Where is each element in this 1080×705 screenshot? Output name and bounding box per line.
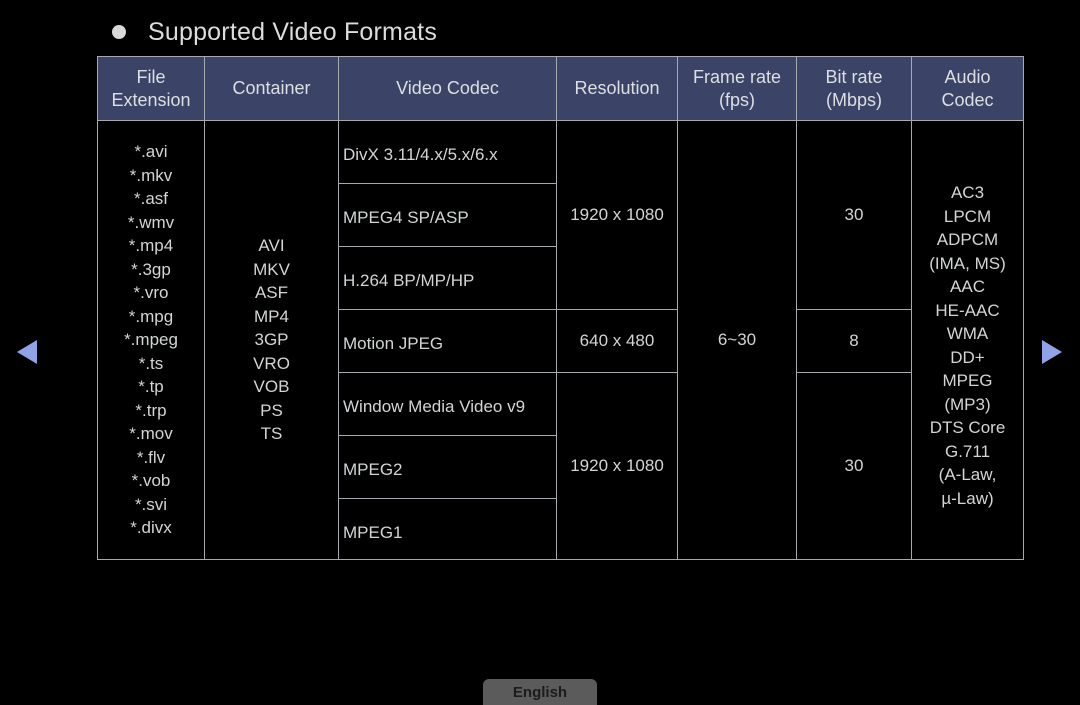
header-video-codec: Video Codec	[338, 56, 557, 121]
title-text: Supported Video Formats	[148, 17, 438, 46]
bit-rate-cell: 30	[796, 120, 912, 310]
audio-codec-item: ADPCM	[936, 230, 999, 249]
file-extension-item: *.asf	[133, 189, 169, 209]
header-bit-rate: Bit rate (Mbps)	[796, 56, 912, 121]
container-item: AVI	[258, 236, 285, 256]
container-item: PS	[260, 400, 283, 420]
container-item: MP4	[254, 306, 289, 326]
file-extension-item: *.wmv	[127, 212, 175, 232]
header-text: Codec	[941, 89, 994, 110]
header-text: Bit rate	[825, 66, 883, 87]
container-item: VRO	[253, 353, 290, 373]
header-text: Frame rate	[692, 66, 782, 87]
audio-codec-item: WMA	[946, 324, 989, 343]
file-extension-item: *.vob	[131, 471, 171, 491]
video-codec-row: H.264 BP/MP/HP	[338, 246, 557, 310]
container-item: VOB	[253, 377, 290, 397]
video-codec-row: MPEG2	[338, 435, 557, 499]
container-item: TS	[260, 424, 283, 444]
file-extension-item: *.divx	[130, 518, 172, 538]
video-codec-row: DivX 3.11/4.x/5.x/6.x	[338, 120, 557, 184]
video-codec-row: Window Media Video v9	[338, 372, 557, 436]
file-extension-item: *.mkv	[129, 165, 173, 185]
video-codec-row: MPEG1	[338, 498, 557, 560]
audio-codec-item: MPEG	[942, 371, 993, 390]
audio-codec-item: DTS Core	[929, 418, 1006, 437]
header-file-extension: File Extension	[97, 56, 205, 121]
bullet-icon	[112, 25, 126, 39]
audio-codec-item: DD+	[950, 347, 985, 367]
file-extension-item: *.tp	[138, 377, 164, 397]
header-resolution: Resolution	[556, 56, 678, 121]
previous-page-arrow-icon[interactable]	[17, 340, 37, 364]
container-item: MKV	[253, 259, 290, 279]
next-page-arrow-icon[interactable]	[1042, 340, 1062, 364]
file-extension-item: *.svi	[134, 494, 168, 514]
bit-rate-cell: 8	[796, 309, 912, 373]
header-text: (fps)	[719, 89, 755, 110]
file-extension-item: *.mpg	[128, 306, 174, 326]
audio-codec-item: µ-Law)	[941, 488, 994, 508]
file-extension-item: *.trp	[135, 400, 167, 420]
header-text: File	[136, 66, 166, 87]
video-codec-row: Motion JPEG	[338, 309, 557, 373]
file-extension-item: *.mpeg	[124, 330, 178, 350]
header-text: Audio	[944, 66, 991, 87]
file-extension-item: *.mov	[129, 424, 173, 444]
video-codec-row: MPEG4 SP/ASP	[338, 183, 557, 247]
resolution-cell: 640 x 480	[556, 309, 678, 373]
resolution-cell: 1920 x 1080	[556, 372, 678, 560]
file-extension-item: *.vro	[133, 283, 169, 303]
file-extension-item: *.flv	[136, 447, 166, 467]
audio-codec-item: G.711	[944, 441, 991, 461]
header-text: Extension	[111, 89, 191, 110]
page-title: Supported Video Formats	[112, 14, 437, 50]
supported-formats-table: File Extension Container Video Codec Res…	[97, 56, 1024, 560]
file-extension-item: *.mp4	[128, 236, 174, 256]
header-text: (Mbps)	[825, 89, 882, 110]
file-extension-item: *.ts	[138, 353, 164, 373]
container-item: 3GP	[254, 330, 289, 350]
header-container: Container	[204, 56, 339, 121]
frame-rate-cell: 6~30	[677, 120, 797, 560]
containers-cell: AVI MKV ASF MP4 3GP VRO VOB PS TS	[204, 120, 339, 560]
audio-codec-item: HE-AAC	[935, 300, 1000, 320]
language-button[interactable]: English	[483, 679, 597, 705]
header-audio-codec: Audio Codec	[911, 56, 1024, 121]
audio-codec-item: (MP3)	[944, 394, 991, 414]
file-extension-item: *.3gp	[131, 259, 171, 279]
bit-rate-cell: 30	[796, 372, 912, 560]
file-extension-item: *.avi	[134, 142, 168, 162]
header-frame-rate: Frame rate (fps)	[677, 56, 797, 121]
container-item: ASF	[254, 283, 289, 303]
audio-codec-item: (IMA, MS)	[929, 253, 1006, 273]
audio-codecs-cell: AC3 LPCM ADPCM (IMA, MS) AAC HE-AAC WMA DD+ MPEG…	[911, 120, 1024, 560]
audio-codec-item: (A-Law,	[938, 465, 997, 484]
resolution-cell: 1920 x 1080	[556, 120, 678, 310]
audio-codec-item: LPCM	[943, 206, 992, 226]
audio-codec-item: AAC	[950, 277, 985, 296]
audio-codec-item: AC3	[950, 183, 985, 202]
file-extensions-cell: *.avi *.mkv *.asf *.wmv *.mp4 *.3gp *.vro *.mpg…	[97, 120, 205, 560]
